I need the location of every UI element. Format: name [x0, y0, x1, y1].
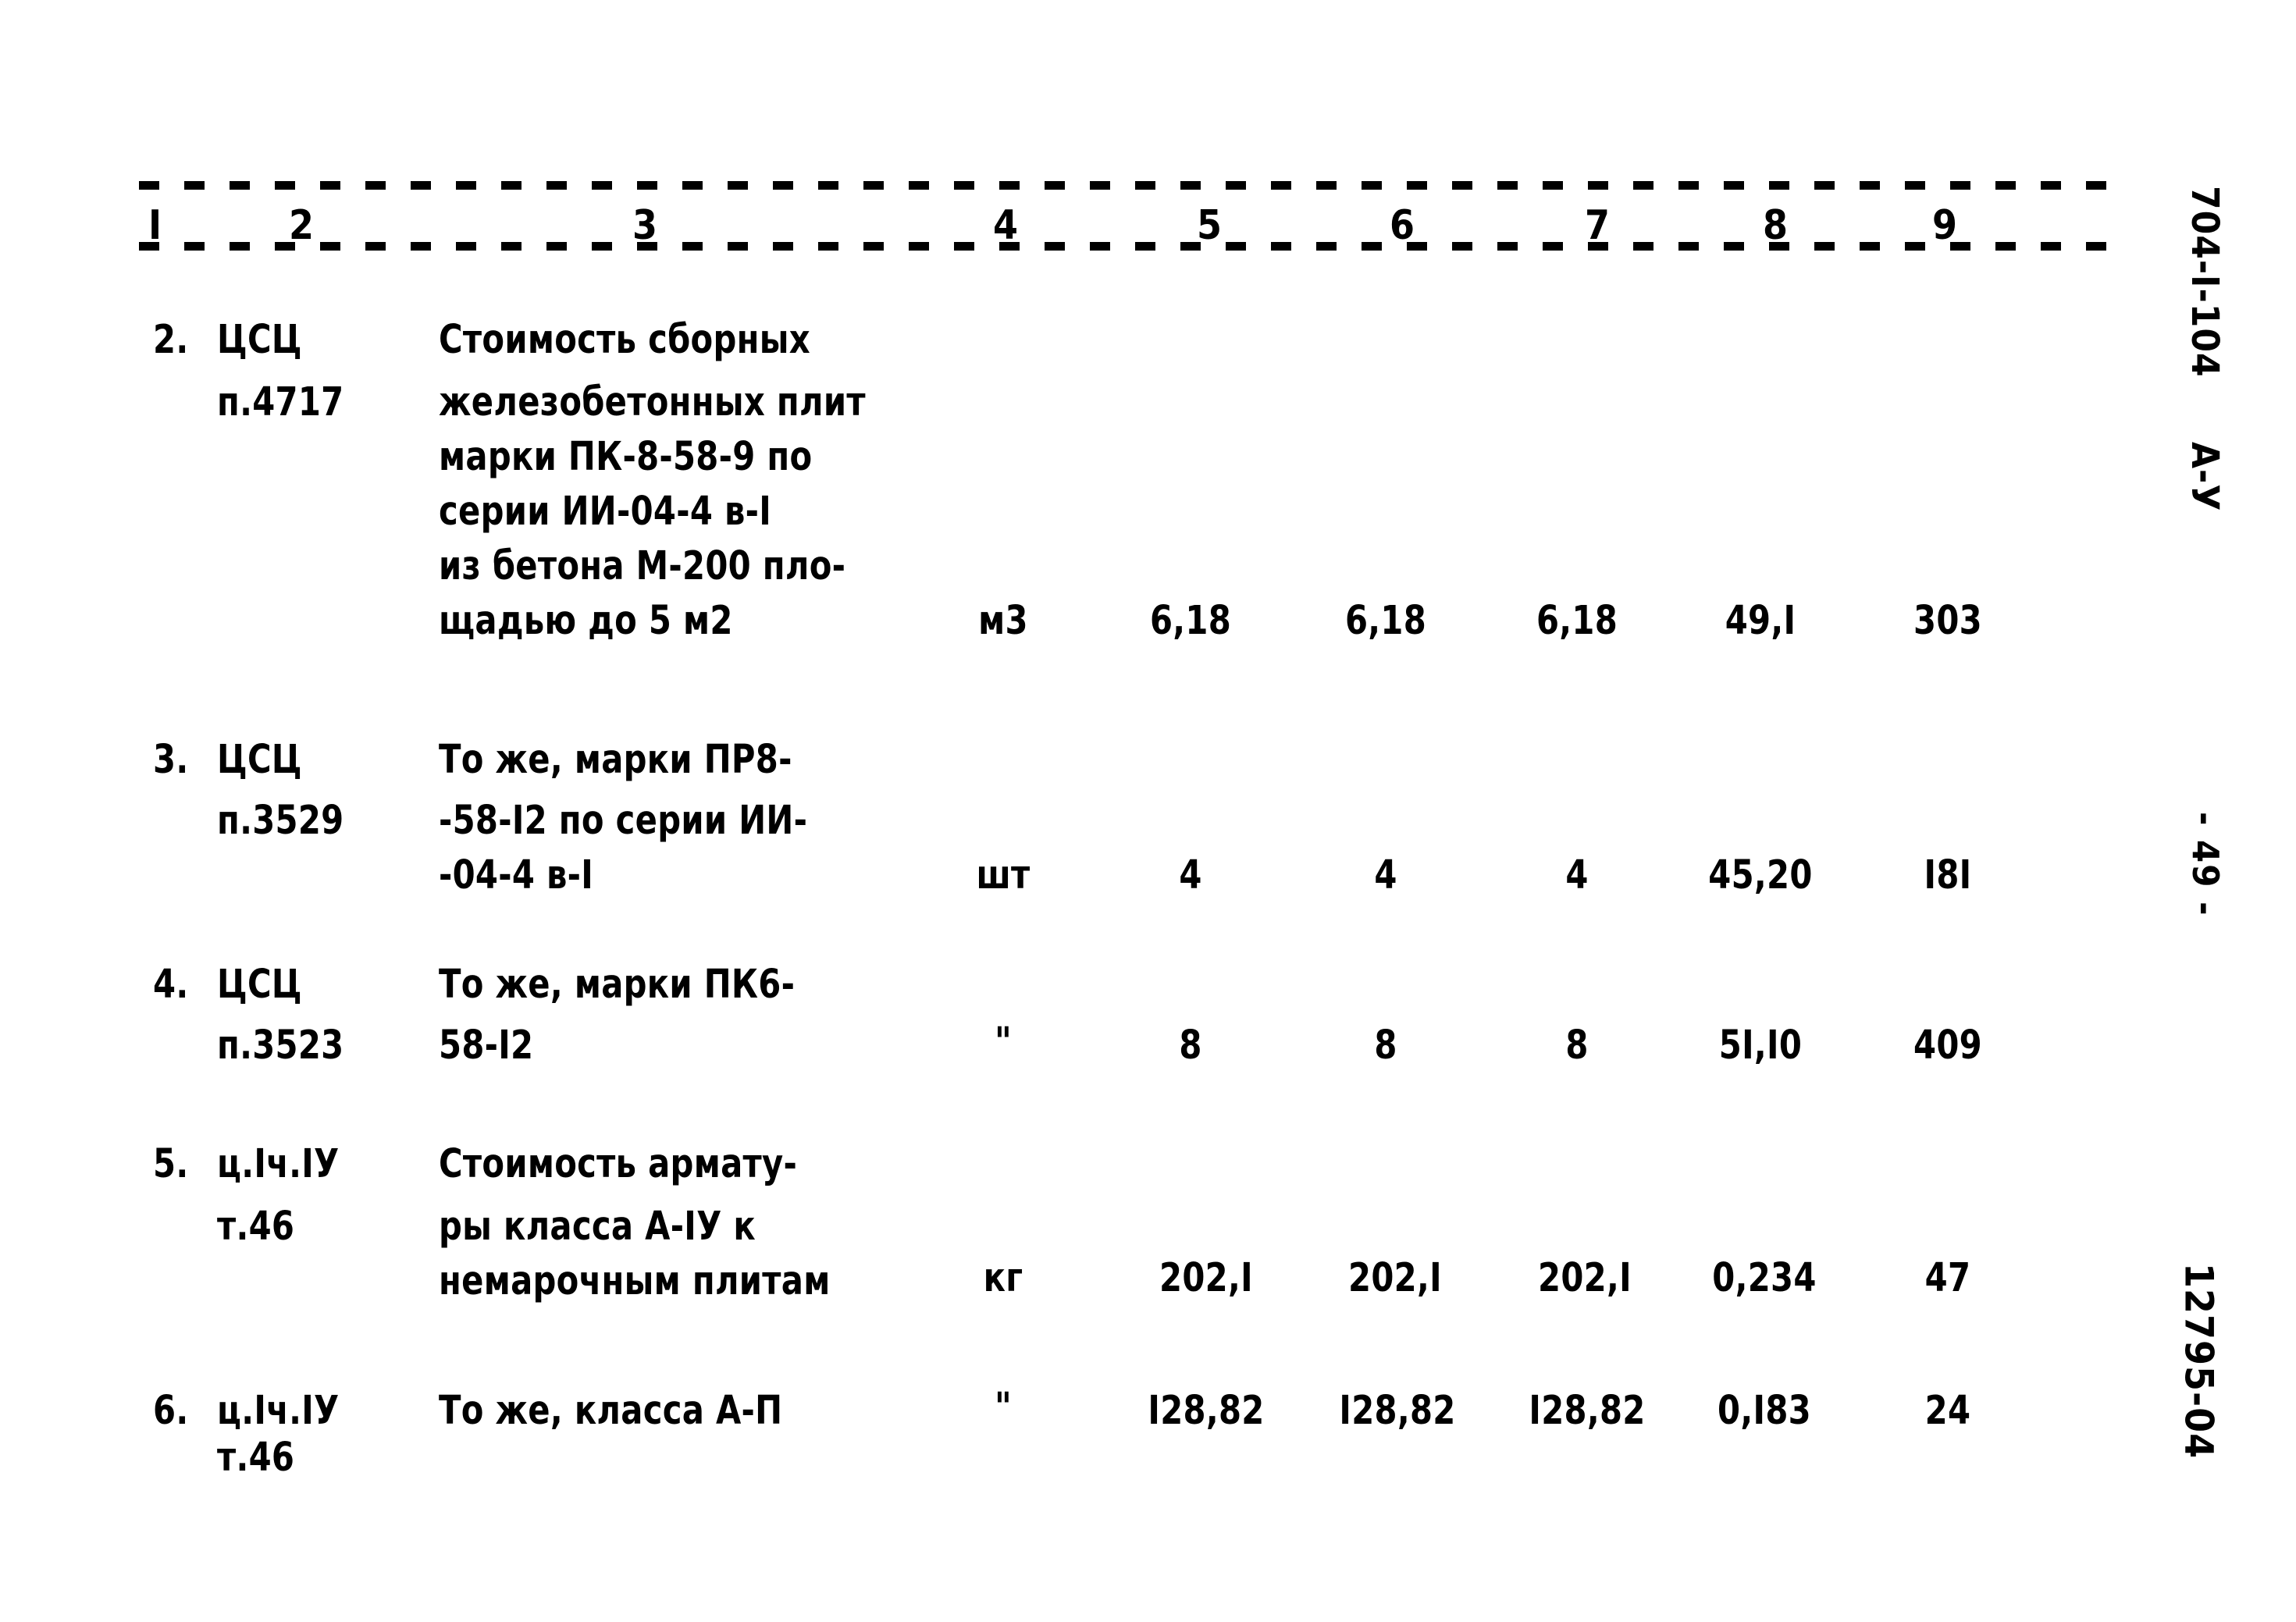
row-unit: " [994, 1019, 1013, 1065]
row-source-line2: т.46 [217, 1204, 295, 1250]
row-description-line: -58-I2 по серии ИИ- [439, 798, 808, 844]
column-header-9: 9 [1932, 201, 1958, 249]
row-col8: 0,I83 [1718, 1388, 1811, 1434]
row-source-line1: ЦСЦ [217, 962, 302, 1008]
row-col6: 8 [1374, 1023, 1397, 1069]
row-col7: 8 [1565, 1023, 1589, 1069]
row-col8: 5I,I0 [1718, 1023, 1803, 1069]
row-unit: шт [976, 852, 1031, 898]
archive-code-margin: 12795-04 [2176, 1263, 2222, 1460]
column-header-3: 3 [632, 201, 658, 249]
row-col8: 0,234 [1712, 1255, 1817, 1301]
row-source-line1: ЦСЦ [217, 737, 302, 783]
row-unit: кг [983, 1255, 1023, 1301]
row-col5: I28,82 [1148, 1388, 1265, 1434]
row-col5: 8 [1179, 1023, 1202, 1069]
row-col9: 47 [1924, 1255, 1971, 1301]
column-header-7: 7 [1585, 201, 1611, 249]
row-description-line: щадью до 5 м2 [439, 598, 733, 644]
row-col5: 202,I [1159, 1255, 1253, 1301]
column-header-2: 2 [289, 201, 315, 249]
document-code-margin: 704-I-104 [2182, 186, 2227, 378]
row-source-line2: п.3529 [217, 798, 344, 844]
row-description-line: немарочным плитам [439, 1258, 831, 1304]
column-header-5: 5 [1197, 201, 1223, 249]
column-header-1: I [148, 201, 162, 249]
album-code-margin: А-У [2182, 442, 2227, 512]
row-source-line2: т.46 [217, 1435, 295, 1481]
row-unit: " [994, 1385, 1013, 1431]
table-row: 6. [153, 1388, 188, 1434]
row-description-line: Стоимость сборных [439, 317, 810, 363]
row-source-line1: ЦСЦ [217, 317, 302, 363]
row-source-line2: п.3523 [217, 1023, 344, 1069]
scanned-page: I 2 3 4 5 6 7 8 9 2. ЦСЦ п.4717 Стоимост… [0, 0, 2296, 1622]
row-description-line: из бетона М-200 пло- [439, 543, 846, 589]
row-description-line: железобетонных плит [439, 379, 866, 425]
row-source-line1: ц.Iч.IУ [217, 1141, 340, 1187]
row-description-line: То же, марки ПК6- [439, 962, 796, 1008]
row-source-line1: ц.Iч.IУ [217, 1388, 340, 1434]
row-number: 6. [153, 1388, 189, 1434]
row-col9: 303 [1913, 598, 1982, 644]
row-col5: 6,18 [1149, 598, 1232, 644]
row-source-line2: п.4717 [217, 379, 344, 425]
row-unit: м3 [978, 598, 1028, 644]
row-col7: 202,I [1538, 1255, 1632, 1301]
row-description-line: То же, марки ПР8- [439, 737, 792, 783]
row-description-line: марки ПК-8-58-9 по [439, 434, 813, 480]
table-header-top-rule [139, 181, 2114, 190]
row-col7: I28,82 [1529, 1388, 1646, 1434]
row-col6: 6,18 [1344, 598, 1427, 644]
column-header-4: 4 [993, 201, 1019, 249]
row-col6: 202,I [1348, 1255, 1442, 1301]
row-col8: 49,I [1725, 598, 1796, 644]
table-row: 2. [153, 317, 188, 363]
row-col9: I8I [1924, 852, 1972, 898]
table-row: 5. [153, 1141, 188, 1187]
row-col6: I28,82 [1339, 1388, 1456, 1434]
row-number: 5. [153, 1141, 189, 1187]
row-number: 2. [153, 317, 189, 363]
row-col7: 6,18 [1536, 598, 1618, 644]
row-description-line: Стоимость армату- [439, 1141, 798, 1187]
row-description-line: То же, класса А-П [439, 1388, 783, 1434]
table-header-bottom-rule [139, 242, 2114, 251]
row-number: 3. [153, 737, 189, 783]
row-description-line: -04-4 в-I [439, 852, 594, 898]
row-col5: 4 [1179, 852, 1202, 898]
row-col7: 4 [1565, 852, 1589, 898]
row-col6: 4 [1374, 852, 1397, 898]
table-row: 3. [153, 737, 188, 783]
column-header-6: 6 [1390, 201, 1415, 249]
row-col9: 24 [1924, 1388, 1971, 1434]
table-row: 4. [153, 962, 188, 1008]
row-number: 4. [153, 962, 189, 1008]
page-number-margin: - 49 - [2184, 812, 2227, 917]
row-col9: 409 [1913, 1023, 1982, 1069]
column-header-8: 8 [1763, 201, 1789, 249]
row-col8: 45,20 [1708, 852, 1813, 898]
row-description-line: серии ИИ-04-4 в-I [439, 489, 772, 535]
row-description-line: 58-I2 [439, 1023, 534, 1069]
row-description-line: ры класса А-IУ к [439, 1204, 756, 1250]
